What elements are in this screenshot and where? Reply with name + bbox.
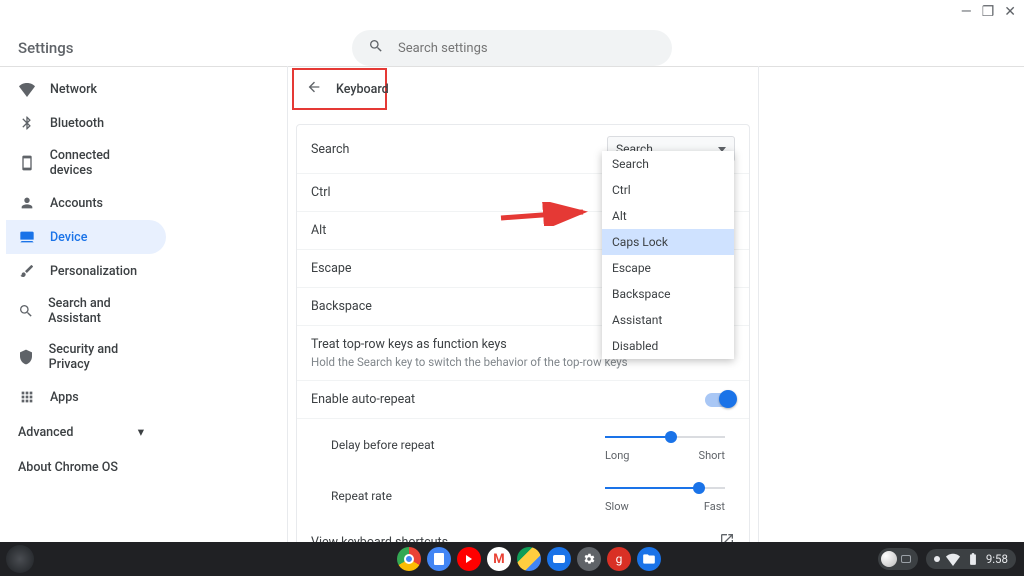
slider-max-label: Fast — [704, 500, 725, 513]
app-docs[interactable] — [427, 547, 451, 571]
wifi-icon — [18, 80, 36, 98]
auto-repeat-toggle[interactable] — [705, 393, 735, 407]
shelf-apps: M g — [397, 547, 661, 571]
dropdown-option-capslock[interactable]: Caps Lock — [602, 229, 734, 255]
sidebar-item-label: Network — [50, 82, 97, 97]
search-icon — [18, 302, 34, 320]
sidebar-about[interactable]: About Chrome OS — [6, 450, 166, 485]
sidebar-item-apps[interactable]: Apps — [6, 380, 166, 414]
sidebar-item-device[interactable]: Device — [6, 220, 166, 254]
close-button[interactable]: ✕ — [1004, 4, 1016, 20]
window-controls: — ❐ ✕ — [961, 4, 1016, 20]
sidebar-item-security-privacy[interactable]: Security and Privacy — [6, 334, 166, 380]
advanced-label: Advanced — [18, 425, 73, 440]
app-generic-red[interactable]: g — [607, 547, 631, 571]
slider-label: Delay before repeat — [331, 438, 435, 452]
row-view-shortcuts[interactable]: View keyboard shortcuts — [297, 521, 749, 542]
sidebar-item-label: Connected devices — [50, 148, 154, 178]
slider-min-label: Slow — [605, 500, 629, 513]
bluetooth-icon — [18, 114, 36, 132]
app-title: Settings — [18, 39, 74, 57]
search-icon — [368, 38, 384, 58]
row-sublabel: Hold the Search key to switch the behavi… — [311, 355, 628, 369]
sidebar: Network Bluetooth Connected devices Acco… — [6, 72, 166, 485]
row-label: Enable auto-repeat — [311, 392, 415, 407]
app-header: Settings — [0, 30, 1024, 66]
apps-icon — [18, 388, 36, 406]
sidebar-item-label: Device — [50, 230, 87, 245]
back-button[interactable] — [306, 79, 322, 99]
app-files[interactable] — [637, 547, 661, 571]
row-label: Backspace — [311, 299, 372, 314]
sidebar-item-label: Personalization — [50, 264, 137, 279]
row-delay-before-repeat: Delay before repeat Long Short — [297, 419, 749, 470]
launcher-button[interactable] — [6, 545, 34, 573]
app-messages[interactable] — [547, 547, 571, 571]
rate-slider[interactable] — [605, 478, 725, 498]
row-label: Ctrl — [311, 185, 331, 200]
row-repeat-rate: Repeat rate Slow Fast — [297, 470, 749, 521]
row-label: Search — [311, 142, 349, 157]
system-tray[interactable]: 9:58 — [878, 548, 1016, 570]
dropdown-option-alt[interactable]: Alt — [602, 203, 734, 229]
status-pill[interactable]: 9:58 — [926, 549, 1016, 569]
delay-slider[interactable] — [605, 427, 725, 447]
slider-label: Repeat rate — [331, 489, 392, 503]
person-icon — [18, 194, 36, 212]
slider-max-label: Short — [699, 449, 725, 462]
minimize-button[interactable]: — — [961, 4, 972, 20]
slider-min-label: Long — [605, 449, 629, 462]
chevron-down-icon: ▾ — [138, 424, 144, 440]
row-auto-repeat: Enable auto-repeat — [297, 381, 749, 419]
dropdown-option-escape[interactable]: Escape — [602, 255, 734, 281]
search-box[interactable] — [352, 30, 672, 66]
sidebar-item-connected-devices[interactable]: Connected devices — [6, 140, 166, 186]
sidebar-item-label: Apps — [50, 390, 79, 405]
dropdown-option-search[interactable]: Search — [602, 151, 734, 177]
search-input[interactable] — [398, 41, 656, 56]
app-chrome[interactable] — [397, 547, 421, 571]
sidebar-item-search-assistant[interactable]: Search and Assistant — [6, 288, 166, 334]
clock: 9:58 — [986, 552, 1008, 566]
row-label: Escape — [311, 261, 352, 276]
row-label: Treat top-row keys as function keys — [311, 337, 507, 352]
row-label: View keyboard shortcuts — [311, 535, 448, 543]
app-drive[interactable] — [517, 547, 541, 571]
wifi-status-icon — [946, 552, 960, 566]
avatar-icon — [881, 551, 897, 567]
row-label: Alt — [311, 223, 326, 238]
search-key-dropdown: Search Ctrl Alt Caps Lock Escape Backspa… — [602, 151, 734, 359]
sidebar-item-accounts[interactable]: Accounts — [6, 186, 166, 220]
external-link-icon — [719, 532, 735, 542]
sidebar-advanced[interactable]: Advanced ▾ — [6, 414, 156, 450]
sidebar-item-personalization[interactable]: Personalization — [6, 254, 166, 288]
restore-button[interactable]: ❐ — [982, 4, 995, 20]
about-label: About Chrome OS — [18, 460, 118, 475]
dropdown-option-backspace[interactable]: Backspace — [602, 281, 734, 307]
sidebar-item-label: Bluetooth — [50, 116, 104, 131]
sidebar-item-network[interactable]: Network — [6, 72, 166, 106]
app-gmail[interactable]: M — [487, 547, 511, 571]
battery-icon — [966, 552, 980, 566]
app-settings[interactable] — [577, 547, 601, 571]
phone-icon — [18, 154, 36, 172]
avatar-pill[interactable] — [878, 548, 918, 570]
dropdown-option-disabled[interactable]: Disabled — [602, 333, 734, 359]
notification-dot-icon — [934, 556, 940, 562]
shield-icon — [18, 348, 35, 366]
app-youtube[interactable] — [457, 547, 481, 571]
sidebar-item-bluetooth[interactable]: Bluetooth — [6, 106, 166, 140]
brush-icon — [18, 262, 36, 280]
sidebar-item-label: Accounts — [50, 196, 103, 211]
page-header: Keyboard — [292, 68, 387, 110]
shelf: M g 9:58 — [0, 542, 1024, 576]
sidebar-item-label: Security and Privacy — [49, 342, 154, 372]
page-title: Keyboard — [336, 82, 389, 97]
dropdown-option-ctrl[interactable]: Ctrl — [602, 177, 734, 203]
dropdown-option-assistant[interactable]: Assistant — [602, 307, 734, 333]
sidebar-item-label: Search and Assistant — [48, 296, 154, 326]
laptop-icon — [18, 228, 36, 246]
main-content: Keyboard Search Search Ctrl Alt Escape B… — [287, 66, 759, 542]
